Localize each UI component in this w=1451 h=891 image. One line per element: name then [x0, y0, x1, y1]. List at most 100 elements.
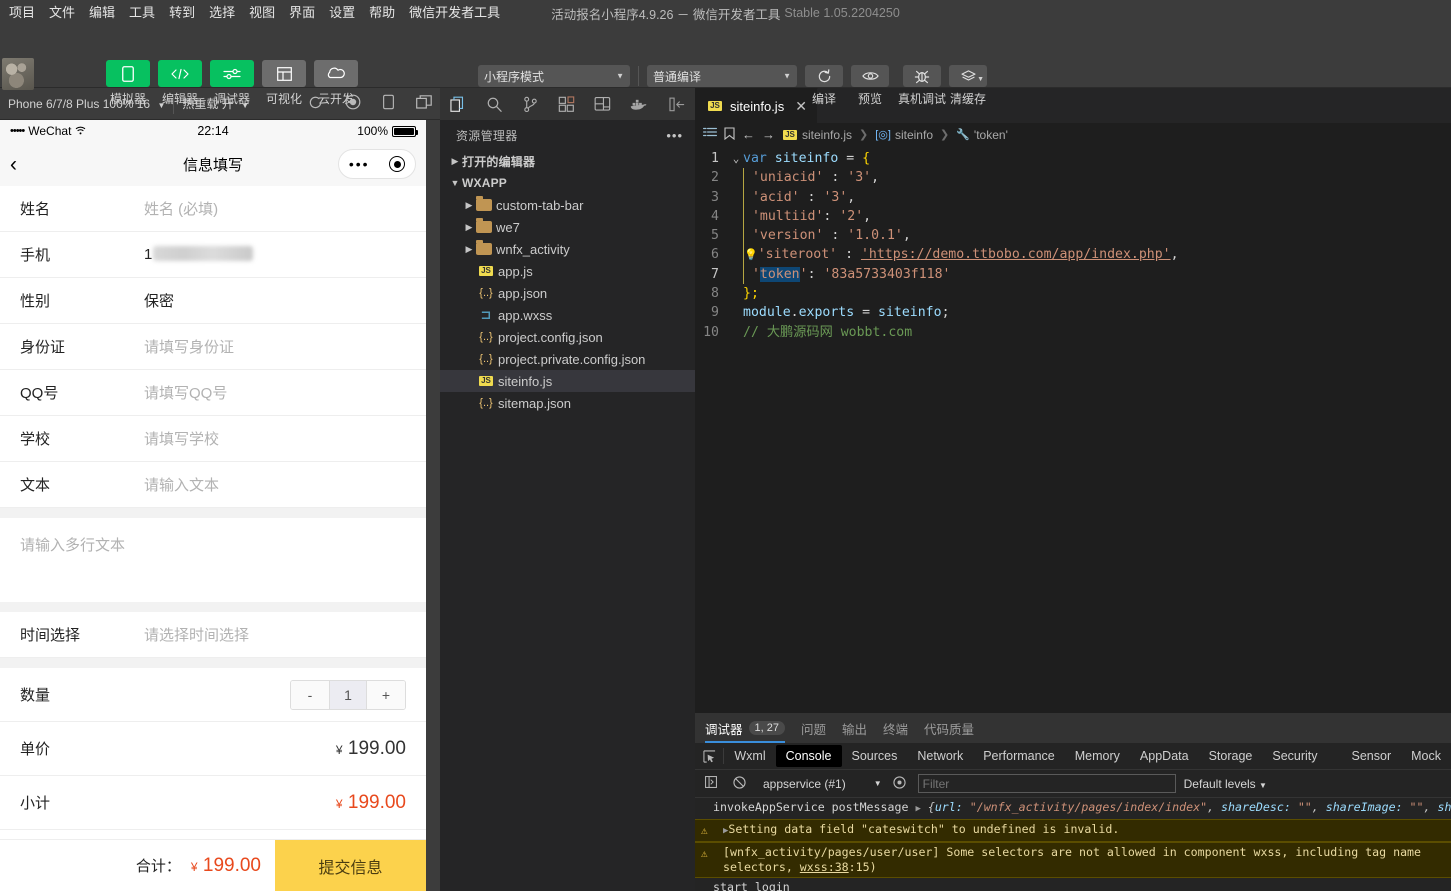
source-control-icon[interactable] — [520, 94, 540, 114]
record-icon[interactable] — [345, 94, 361, 113]
clear-cache-button[interactable]: ▼ 清缓存 — [949, 65, 987, 87]
console-sidebar-icon[interactable] — [701, 776, 721, 791]
devtools-tab-security[interactable]: Security — [1262, 745, 1327, 767]
form-input-name[interactable]: 姓名 (必填) — [144, 198, 218, 219]
console-settings-icon[interactable] — [890, 776, 910, 792]
form-input-gender[interactable]: 保密 — [144, 290, 174, 311]
form-row-phone[interactable]: 手机 1 — [0, 232, 426, 278]
devtools-tab-sources[interactable]: Sources — [842, 745, 908, 767]
form-row-text[interactable]: 文本 请输入文本 — [0, 462, 426, 508]
devtools-tab-console[interactable]: Console — [776, 745, 842, 767]
menu-item-tools[interactable]: 工具 — [122, 2, 162, 24]
fold-arrow-icon[interactable]: ⌄ — [729, 149, 743, 168]
tree-item-wnfx-activity[interactable]: ▶ wnfx_activity — [440, 238, 695, 260]
menu-item-file[interactable]: 文件 — [42, 2, 82, 24]
devtools-tab-sensor[interactable]: Sensor — [1342, 745, 1402, 767]
console-row-warn-2[interactable]: ⚠ [wnfx_activity/pages/user/user] Some s… — [695, 842, 1451, 878]
devtools-tab-memory[interactable]: Memory — [1065, 745, 1130, 767]
breadcrumb-item-file[interactable]: JS siteinfo.js — [782, 128, 852, 142]
code-editor[interactable]: 1 ⌄ var siteinfo = { 2 'uniacid' : '3', … — [695, 146, 1451, 713]
devtools-tab-network[interactable]: Network — [907, 745, 973, 767]
back-arrow-icon[interactable]: ← — [742, 127, 755, 142]
inspect-element-icon[interactable] — [695, 750, 723, 763]
wechat-capsule[interactable]: ••• — [338, 149, 416, 179]
console-warn-link[interactable]: wxss:38 — [800, 860, 849, 874]
lightbulb-icon[interactable]: 💡 — [744, 248, 758, 261]
quantity-stepper[interactable]: - 1 + — [290, 680, 406, 710]
console-context-select[interactable]: appservice (#1) ▼ — [757, 777, 882, 791]
menu-item-edit[interactable]: 编辑 — [82, 2, 122, 24]
form-input-qq[interactable]: 请填写QQ号 — [144, 382, 227, 403]
menu-item-goto[interactable]: 转到 — [162, 2, 202, 24]
preview-button[interactable]: 预览 — [851, 65, 889, 87]
form-row-qq[interactable]: QQ号 请填写QQ号 — [0, 370, 426, 416]
devtools-tab-performance[interactable]: Performance — [973, 745, 1065, 767]
mode-select[interactable]: 小程序模式 ▼ — [478, 65, 630, 87]
devtools-tab-storage[interactable]: Storage — [1199, 745, 1263, 767]
form-row-time-picker[interactable]: 时间选择 请选择时间选择 — [0, 612, 426, 658]
form-input-school[interactable]: 请填写学校 — [144, 428, 219, 449]
tree-item-app-wxss[interactable]: ⊐ app.wxss — [440, 304, 695, 326]
real-device-debug-button[interactable]: 真机调试 — [903, 65, 941, 87]
compile-button[interactable]: 编译 — [805, 65, 843, 87]
form-row-school[interactable]: 学校 请填写学校 — [0, 416, 426, 462]
tree-item-project-config-json[interactable]: {..} project.config.json — [440, 326, 695, 348]
console-row-log-1[interactable]: invokeAppService postMessage ▶ {url: "/w… — [695, 798, 1451, 819]
docker-icon[interactable] — [628, 94, 648, 114]
menu-item-project[interactable]: 项目 — [2, 2, 42, 24]
breadcrumb-item-property[interactable]: 🔧 'token' — [956, 128, 1008, 142]
device-select[interactable]: Phone 6/7/8 Plus 100% 16 ▼ — [0, 97, 173, 111]
menu-item-settings[interactable]: 设置 — [322, 2, 362, 24]
menu-item-devtools[interactable]: 微信开发者工具 — [402, 2, 507, 24]
panel-tab-terminal[interactable]: 终端 — [883, 713, 908, 743]
hot-reload-toggle[interactable]: 热重载 开 ▼ — [174, 95, 257, 112]
editor-tab-siteinfo-js[interactable]: JS siteinfo.js ✕ — [695, 88, 818, 123]
panel-tab-output[interactable]: 输出 — [842, 713, 867, 743]
panel-tab-debugger[interactable]: 调试器 1, 27 — [705, 713, 785, 743]
quantity-value[interactable]: 1 — [329, 681, 367, 709]
tree-item-siteinfo-js[interactable]: JS siteinfo.js — [440, 370, 695, 392]
forward-arrow-icon[interactable]: → — [762, 127, 775, 142]
tree-item-we7[interactable]: ▶ we7 — [440, 216, 695, 238]
tree-item-project-private-config-json[interactable]: {..} project.private.config.json — [440, 348, 695, 370]
search-icon[interactable] — [484, 94, 504, 114]
form-row-name[interactable]: 姓名 姓名 (必填) — [0, 186, 426, 232]
clear-console-icon[interactable] — [729, 776, 749, 792]
form-input-text[interactable]: 请输入文本 — [144, 474, 219, 495]
files-icon[interactable] — [448, 94, 468, 114]
explorer-section-open-editors[interactable]: ▶ 打开的编辑器 — [440, 150, 695, 172]
device-rotate-icon[interactable] — [383, 94, 394, 113]
menu-item-help[interactable]: 帮助 — [362, 2, 402, 24]
quantity-plus-button[interactable]: + — [367, 681, 405, 709]
user-avatar[interactable] — [2, 58, 34, 90]
console-row-warn-1[interactable]: ⚠ ▶Setting data field "cateswitch" to un… — [695, 819, 1451, 842]
panel-tab-code-quality[interactable]: 代码质量 — [924, 713, 974, 743]
bookmark-icon[interactable] — [724, 127, 735, 143]
menu-item-select[interactable]: 选择 — [202, 2, 242, 24]
form-value-time-picker[interactable]: 请选择时间选择 — [144, 624, 249, 645]
form-input-idcard[interactable]: 请填写身份证 — [144, 336, 234, 357]
form-input-phone[interactable]: 1 — [144, 246, 253, 263]
extensions-icon[interactable] — [556, 94, 576, 114]
compile-select[interactable]: 普通编译 ▼ — [647, 65, 797, 87]
target-icon[interactable] — [389, 156, 405, 172]
more-dots-icon[interactable]: ••• — [349, 156, 370, 172]
val-siteroot[interactable]: 'https://demo.ttbobo.com/app/index.php' — [861, 247, 1171, 262]
console-output[interactable]: invokeAppService postMessage ▶ {url: "/w… — [695, 798, 1451, 891]
expand-triangle-icon[interactable]: ▶ — [915, 804, 920, 814]
close-icon[interactable]: ✕ — [795, 98, 807, 115]
console-filter-input[interactable] — [918, 774, 1176, 793]
refresh-sim-icon[interactable] — [308, 95, 323, 113]
detach-window-icon[interactable] — [416, 95, 432, 112]
explorer-section-wxapp[interactable]: ▼ WXAPP — [440, 172, 695, 194]
devtools-tab-appdata[interactable]: AppData — [1130, 745, 1199, 767]
tree-item-custom-tab-bar[interactable]: ▶ custom-tab-bar — [440, 194, 695, 216]
phone-simulator[interactable]: ••••• WeChat 22:14 100% ‹ 信息填写 — [0, 120, 426, 891]
devtools-tab-mock[interactable]: Mock — [1401, 745, 1451, 767]
tree-item-app-json[interactable]: {..} app.json — [440, 282, 695, 304]
tree-item-sitemap-json[interactable]: {..} sitemap.json — [440, 392, 695, 414]
form-textarea[interactable]: 请输入多行文本 — [0, 518, 426, 602]
devtools-tab-wxml[interactable]: Wxml — [724, 745, 775, 767]
panel-tab-problems[interactable]: 问题 — [801, 713, 826, 743]
submit-button[interactable]: 提交信息 — [275, 840, 426, 891]
